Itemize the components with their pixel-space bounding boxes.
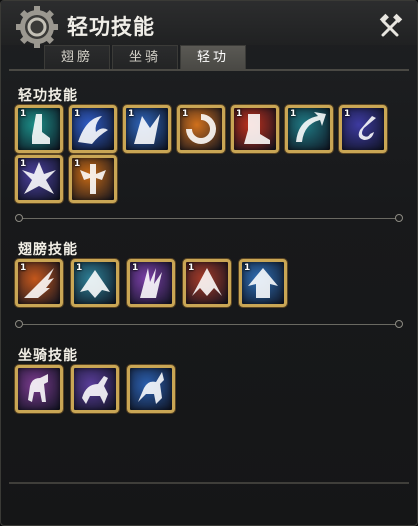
section-title-qinggong: 轻功技能 <box>18 88 78 104</box>
gear-icon <box>16 6 58 48</box>
deer-icon <box>82 376 108 404</box>
skill-level-badge: 1 <box>128 109 135 119</box>
skill-icon-flame-crown[interactable]: 1 <box>183 259 231 307</box>
tab-qinggong[interactable]: 轻功 <box>180 45 246 69</box>
skill-icon-fire-ring[interactable]: 1 <box>177 105 225 153</box>
skill-icon-horse[interactable] <box>15 365 63 413</box>
skill-icon-fire-boot[interactable]: 1 <box>231 105 279 153</box>
skill-icon-crystal[interactable]: 1 <box>15 155 63 203</box>
skill-icon-hook[interactable]: 1 <box>339 105 387 153</box>
skill-level-badge: 1 <box>182 109 189 119</box>
skill-level-badge: 1 <box>132 263 139 273</box>
skill-level-badge: 1 <box>20 159 27 169</box>
tab-underline <box>9 69 409 71</box>
skill-level-badge: 1 <box>76 263 83 273</box>
skill-level-badge: 1 <box>290 109 297 119</box>
skill-icon-light-wing[interactable]: 1 <box>71 259 119 307</box>
skill-panel: 轻功技能 翅膀 坐骑 轻功 轻功技能 111111111 翅膀技能 11111 … <box>0 0 418 526</box>
skill-level-badge: 1 <box>20 263 27 273</box>
close-icon[interactable] <box>377 13 405 41</box>
tab-wings[interactable]: 翅膀 <box>44 45 110 69</box>
skill-icon-fire-wing[interactable]: 1 <box>15 259 63 307</box>
section-title-mount: 坐骑技能 <box>18 348 78 364</box>
skill-icon-arrow-curve[interactable]: 1 <box>285 105 333 153</box>
pegasus-icon <box>138 372 164 404</box>
skill-icon-deer[interactable] <box>71 365 119 413</box>
section-divider <box>15 213 403 225</box>
panel-header: 轻功技能 <box>1 1 417 48</box>
skill-icon-pegasus[interactable] <box>127 365 175 413</box>
skill-level-badge: 1 <box>344 109 351 119</box>
section-divider <box>15 319 403 331</box>
skill-level-badge: 1 <box>74 109 81 119</box>
skill-level-badge: 1 <box>188 263 195 273</box>
tab-mount[interactable]: 坐骑 <box>112 45 178 69</box>
skill-level-badge: 1 <box>236 109 243 119</box>
skill-icon-wing-dash[interactable]: 1 <box>123 105 171 153</box>
skill-level-badge: 1 <box>20 109 27 119</box>
skill-icon-foot[interactable]: 1 <box>15 105 63 153</box>
horse-icon <box>28 374 48 402</box>
page-title: 轻功技能 <box>67 15 155 39</box>
footer-divider <box>9 482 409 484</box>
skill-icon-ice-wing[interactable]: 1 <box>239 259 287 307</box>
skill-icon-fire-cross[interactable]: 1 <box>69 155 117 203</box>
skill-level-badge: 1 <box>244 263 251 273</box>
skill-level-badge: 1 <box>74 159 81 169</box>
skill-icon-purple-wing[interactable]: 1 <box>127 259 175 307</box>
skill-icon-wave[interactable]: 1 <box>69 105 117 153</box>
section-title-wings: 翅膀技能 <box>18 242 78 258</box>
